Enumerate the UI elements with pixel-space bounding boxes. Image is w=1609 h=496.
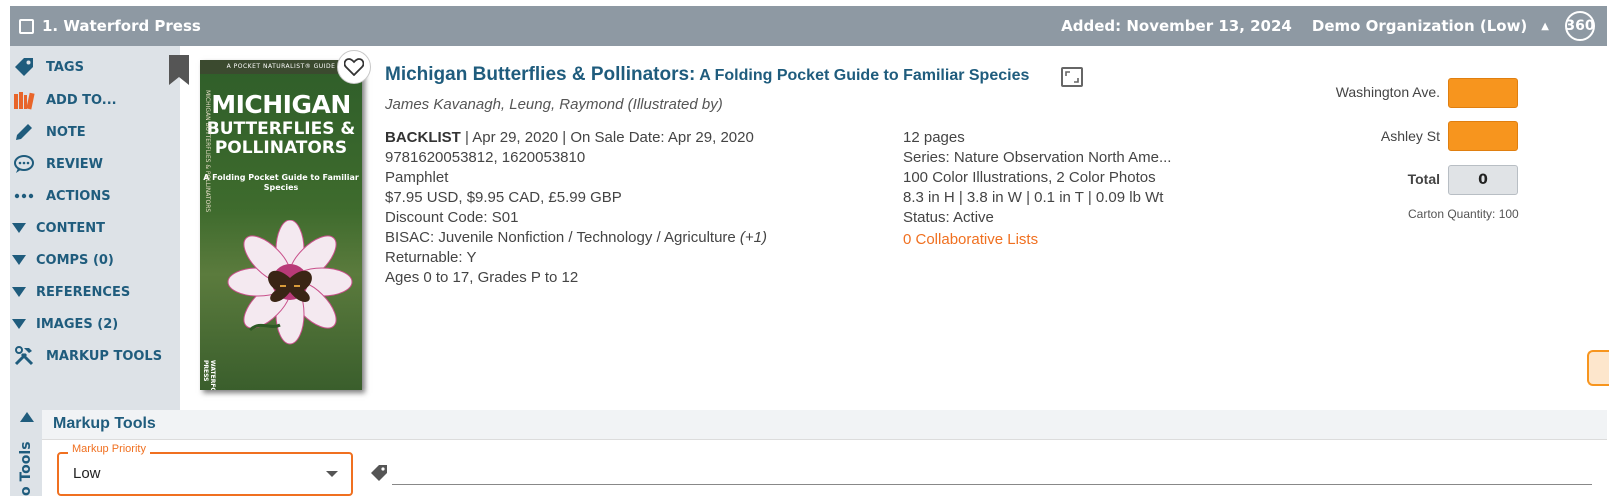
- favorite-heart-icon[interactable]: [337, 50, 371, 84]
- markup-header: [42, 410, 1607, 440]
- sidebar-item-label: NOTE: [46, 124, 86, 140]
- book-details-right: 12 pages Series: Nature Observation Nort…: [903, 128, 1171, 250]
- sidebar-item-comps[interactable]: COMPS (0): [12, 248, 114, 272]
- select-checkbox[interactable]: [19, 18, 34, 34]
- book-title-link[interactable]: Michigan Butterflies & Pollinators: A Fo…: [385, 64, 1029, 86]
- markup-priority-value: Low: [73, 465, 101, 482]
- view-360-icon[interactable]: 360: [1565, 11, 1595, 41]
- total-value: 0: [1448, 165, 1518, 195]
- collaborative-lists-link[interactable]: 0 Collaborative Lists: [903, 230, 1171, 250]
- markup-title: Markup Tools: [53, 415, 156, 432]
- triangle-down-icon: [12, 319, 26, 329]
- header-title: 1. Waterford Press: [42, 17, 201, 35]
- bisac-line: BISAC: Juvenile Nonfiction / Technology …: [385, 228, 767, 248]
- triangle-down-icon: [12, 223, 26, 233]
- sidebar-item-label: IMAGES (2): [36, 316, 119, 332]
- location-label-ashley: Ashley St: [1380, 128, 1440, 144]
- title-card: 1. Waterford Press Added: November 13, 2…: [0, 0, 1609, 496]
- book-authors: James Kavanagh, Leung, Raymond (Illustra…: [385, 96, 723, 113]
- status-text: Status: Active: [903, 209, 994, 226]
- backlist-label: BACKLIST: [385, 129, 461, 146]
- markup-priority-select[interactable]: [57, 452, 353, 496]
- isbn-text: 9781620053812, 1620053810: [385, 149, 586, 166]
- triangle-down-icon: [12, 287, 26, 297]
- cover-subtitle: A Folding Pocket Guide to Familiar Speci…: [203, 173, 359, 193]
- triangle-down-icon: [12, 255, 26, 265]
- markup-tag-input[interactable]: [392, 484, 1592, 485]
- books-icon: [12, 90, 36, 110]
- price-text: $7.95 USD, $9.95 CAD, £5.99 GBP: [385, 189, 622, 206]
- sidebar-item-label: MARKUP TOOLS: [46, 348, 163, 364]
- flower-butterfly-illustration: [227, 220, 353, 345]
- caret-up-icon[interactable]: ▲: [1541, 21, 1549, 32]
- pencil-icon: [12, 122, 36, 142]
- sidebar-item-content[interactable]: CONTENT: [12, 216, 105, 240]
- sidebar-item-label: ACTIONS: [46, 188, 111, 204]
- total-label: Total: [1407, 171, 1440, 187]
- sidebar-item-label: CONTENT: [36, 220, 105, 236]
- tag-icon: [12, 56, 36, 78]
- sidebar-item-note[interactable]: NOTE: [12, 120, 86, 144]
- title-header-bar: 1. Waterford Press Added: November 13, 2…: [10, 6, 1607, 46]
- cover-publisher: WATERFORD PRESS: [202, 360, 216, 390]
- book-details-left: BACKLIST | Apr 29, 2020 | On Sale Date: …: [385, 128, 767, 288]
- expand-icon[interactable]: [1061, 67, 1083, 87]
- ages-text: Ages 0 to 17, Grades P to 12: [385, 269, 579, 286]
- added-date: Added: November 13, 2024: [1061, 17, 1292, 35]
- sidebar-item-review[interactable]: REVIEW: [12, 152, 103, 176]
- tag-icon: [371, 465, 387, 481]
- cover-spine-text: MICHIGAN BUTTERFLIES & POLLINATORS: [204, 90, 211, 213]
- sidebar-item-actions[interactable]: ACTIONS: [12, 184, 111, 208]
- sidebar-item-label: REFERENCES: [36, 284, 131, 300]
- chevron-down-icon[interactable]: [326, 471, 338, 477]
- cover-line3: POLLINATORS: [214, 138, 348, 158]
- sidebar-item-references[interactable]: REFERENCES: [12, 280, 130, 304]
- illustrations-text: 100 Color Illustrations, 2 Color Photos: [903, 169, 1156, 186]
- sidebar-item-images[interactable]: IMAGES (2): [12, 312, 118, 336]
- sidebar-item-label: TAGS: [46, 59, 84, 75]
- dimensions-text: 8.3 in H | 3.8 in W | 0.1 in T | 0.09 lb…: [903, 189, 1164, 206]
- bookmark-icon[interactable]: [169, 55, 189, 85]
- format-text: Pamphlet: [385, 169, 449, 186]
- bisac-text: BISAC: Juvenile Nonfiction / Technology …: [385, 229, 736, 246]
- series-link[interactable]: Series: Nature Observation North Ame...: [903, 148, 1171, 168]
- speech-bubble-icon: [12, 154, 36, 174]
- side-panel-toggle[interactable]: [1587, 350, 1609, 386]
- cover-line2: BUTTERFLIES &: [206, 119, 356, 139]
- book-subtitle[interactable]: A Folding Pocket Guide to Familiar Speci…: [695, 67, 1029, 84]
- markup-priority-label: Markup Priority: [68, 443, 150, 455]
- pages-text: 12 pages: [903, 129, 965, 146]
- dates-text: | Apr 29, 2020 | On Sale Date: Apr 29, 2…: [460, 129, 754, 146]
- returnable-text: Returnable: Y: [385, 249, 477, 266]
- quantity-input-washington[interactable]: [1448, 78, 1518, 108]
- cover-line1: MICHIGAN: [211, 90, 351, 119]
- markup-side-label: o Tools: [18, 441, 34, 496]
- sidebar-item-add-to[interactable]: ADD TO...: [12, 88, 117, 112]
- collapse-up-icon[interactable]: [20, 412, 34, 422]
- bisac-more-link[interactable]: (+1): [736, 229, 767, 246]
- book-title[interactable]: Michigan Butterflies & Pollinators:: [385, 64, 695, 85]
- tools-icon: [12, 345, 36, 367]
- sidebar-item-label: REVIEW: [46, 156, 104, 172]
- book-cover-image[interactable]: A POCKET NATURALIST® GUIDE MICHIGAN BUTT…: [200, 60, 362, 390]
- publish-status-line: BACKLIST | Apr 29, 2020 | On Sale Date: …: [385, 128, 767, 148]
- quantity-input-ashley[interactable]: [1448, 121, 1518, 151]
- ellipsis-icon: [12, 193, 36, 199]
- sidebar-item-markup-tools[interactable]: MARKUP TOOLS: [12, 344, 162, 368]
- location-label-washington: Washington Ave.: [1335, 84, 1440, 100]
- discount-code-text: Discount Code: S01: [385, 209, 519, 226]
- sidebar-item-label: ADD TO...: [46, 92, 117, 108]
- sidebar-item-tags[interactable]: TAGS: [12, 55, 84, 79]
- organization-dropdown[interactable]: Demo Organization (Low): [1312, 17, 1527, 35]
- sidebar-item-label: COMPS (0): [36, 252, 114, 268]
- carton-quantity: Carton Quantity: 100: [1408, 207, 1519, 221]
